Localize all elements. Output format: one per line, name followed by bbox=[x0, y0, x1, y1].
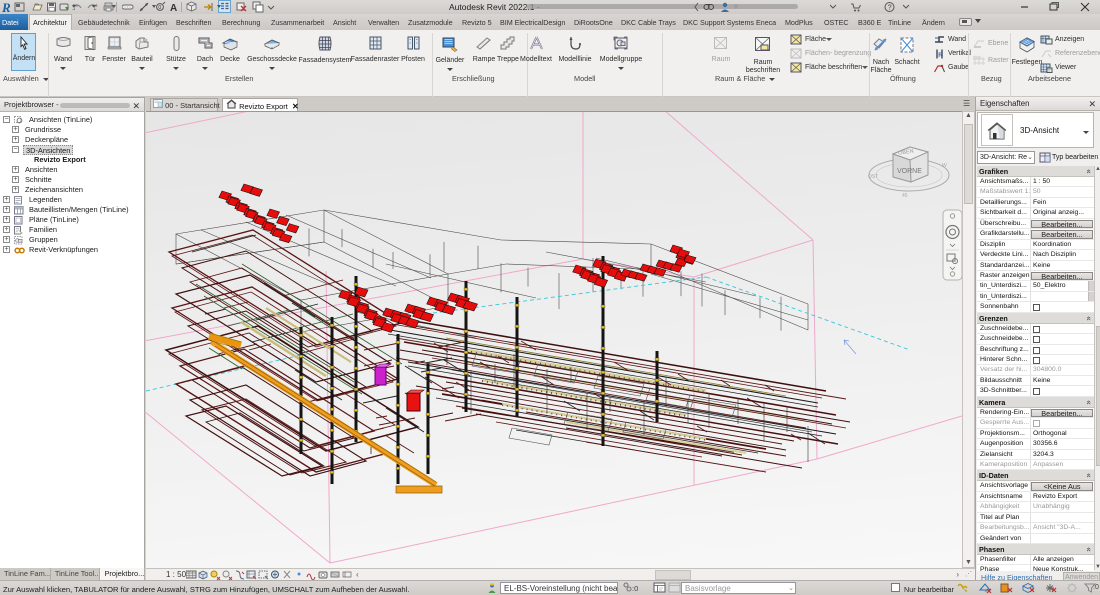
svg-text:A: A bbox=[170, 3, 177, 13]
svg-text:0: 0 bbox=[158, 5, 161, 11]
svg-text:?: ? bbox=[888, 4, 892, 11]
svg-text:OST: OST bbox=[868, 174, 878, 180]
svg-text:45: 45 bbox=[902, 193, 908, 199]
svg-text:VORNE: VORNE bbox=[897, 168, 922, 175]
svg-text:R: R bbox=[938, 53, 943, 59]
svg-text:W: W bbox=[942, 163, 947, 169]
